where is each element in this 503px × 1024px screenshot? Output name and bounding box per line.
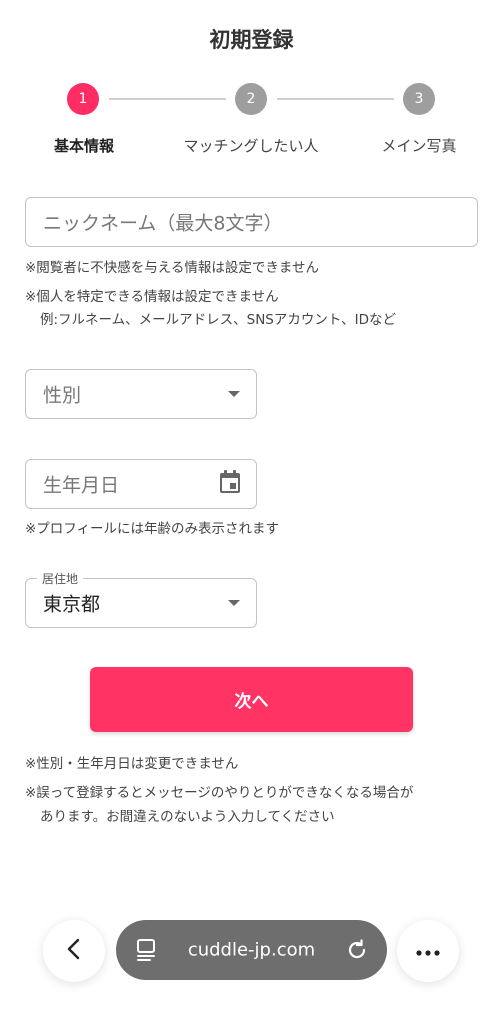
nickname-note-2: ※個人を特定できる情報は設定できません [25,289,279,305]
more-icon [415,942,441,961]
step-3-circle: 3 [403,83,435,115]
birthdate-input[interactable]: 生年月日 [25,459,257,509]
chevron-down-icon [228,391,240,397]
step-3-label: メイン写真 [381,137,457,155]
step-2-label: マッチングしたい人 [183,137,319,155]
footer-note-3: あります。お間違えのないよう入力してください [40,809,335,825]
step-1-label: 基本情報 [53,137,115,155]
calendar-icon[interactable] [218,469,242,499]
reload-icon[interactable] [345,938,369,966]
url-bar[interactable]: cuddle-jp.com [116,920,387,980]
residence-value: 東京都 [43,593,101,616]
nickname-input[interactable]: ニックネーム（最大8文字） [25,197,478,247]
birthdate-placeholder: 生年月日 [43,474,120,497]
next-button[interactable]: 次へ [90,667,413,732]
nickname-note-example: 例:フルネーム、メールアドレス、SNSアカウント、IDなど [40,312,396,328]
chevron-left-icon [65,938,83,964]
back-button[interactable] [43,920,105,982]
residence-label: 居住地 [37,570,84,587]
step-2-circle: 2 [235,83,267,115]
gender-placeholder: 性別 [43,384,82,407]
residence-select[interactable]: 居住地 東京都 [25,570,257,628]
step-connector-2 [277,98,394,100]
chevron-down-icon [228,600,240,606]
step-1-circle: 1 [67,83,99,115]
nickname-note-1: ※閲覧者に不快感を与える情報は設定できません [25,260,320,276]
step-connector-1 [109,98,226,100]
nickname-placeholder: ニックネーム（最大8文字） [43,212,283,235]
gender-select[interactable]: 性別 [25,369,257,419]
page-title: 初期登録 [209,28,294,52]
birthdate-note: ※プロフィールには年齢のみ表示されます [25,521,280,537]
footer-note-2: ※誤って登録するとメッセージのやりとりができなくなる場合が [25,785,414,801]
more-button[interactable] [397,920,459,982]
footer-note-1: ※性別・生年月日は変更できません [25,756,239,772]
